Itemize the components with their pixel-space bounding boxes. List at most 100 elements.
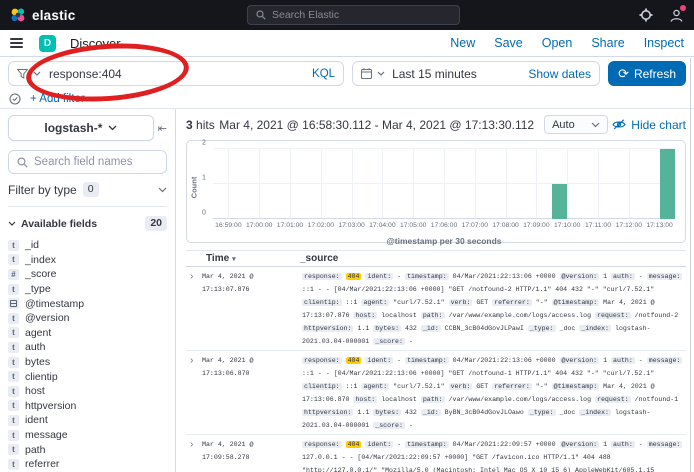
field-name-chip: @version: bbox=[560, 273, 600, 280]
global-header: elastic Search Elastic bbox=[0, 0, 694, 30]
field-label: _score bbox=[25, 268, 57, 280]
nav-action-open[interactable]: Open bbox=[542, 36, 573, 50]
table-row[interactable]: ›Mar 4, 2021 @ 17:13:06.870response: 404… bbox=[186, 351, 686, 435]
y-tick-label: 2 bbox=[202, 140, 206, 147]
show-dates-button[interactable]: Show dates bbox=[528, 67, 591, 81]
nav-action-share[interactable]: Share bbox=[591, 36, 624, 50]
global-search-input[interactable]: Search Elastic bbox=[247, 5, 460, 25]
field-label: _id bbox=[25, 239, 39, 251]
kql-language-toggle[interactable]: KQL bbox=[312, 68, 335, 80]
grid-line bbox=[629, 149, 630, 219]
x-tick-label: 17:09:00 bbox=[523, 222, 549, 229]
field-name-chip: _id: bbox=[421, 409, 441, 416]
expand-row-icon[interactable]: › bbox=[186, 354, 202, 367]
refresh-button[interactable]: ⟳ Refresh bbox=[608, 61, 686, 86]
filter-by-type[interactable]: Filter by type 0 bbox=[8, 182, 167, 207]
field-item-bytes[interactable]: tbytes bbox=[8, 355, 167, 370]
user-avatar[interactable] bbox=[669, 8, 684, 23]
field-name-chip: verb: bbox=[449, 299, 473, 306]
string-field-icon: t bbox=[8, 240, 19, 251]
field-item-httpversion[interactable]: thttpversion bbox=[8, 399, 167, 414]
gear-icon[interactable] bbox=[639, 8, 653, 22]
field-item-message[interactable]: tmessage bbox=[8, 428, 167, 443]
row-source: response: 404 ident: - timestamp: 04/Mar… bbox=[302, 354, 686, 432]
field-name-chip: _score: bbox=[373, 422, 405, 429]
query-input[interactable]: response:404 KQL bbox=[8, 61, 344, 86]
field-name-chip: _type: bbox=[528, 325, 556, 332]
chevron-down-icon bbox=[33, 71, 41, 76]
table-row[interactable]: ›Mar 4, 2021 @ 17:13:07.876response: 404… bbox=[186, 267, 686, 351]
field-name-chip: bytes: bbox=[373, 325, 401, 332]
field-item-host[interactable]: thost bbox=[8, 384, 167, 399]
field-item-version[interactable]: t@version bbox=[8, 311, 167, 326]
field-label: host bbox=[25, 385, 45, 397]
field-item-id[interactable]: t _id bbox=[8, 238, 167, 253]
hide-chart-button[interactable]: Hide chart bbox=[612, 118, 686, 132]
available-fields-header[interactable]: Available fields 20 bbox=[8, 216, 167, 231]
field-item-agent[interactable]: tagent bbox=[8, 326, 167, 341]
grid-line bbox=[213, 183, 675, 184]
expand-row-icon[interactable]: › bbox=[186, 270, 202, 283]
field-name-chip: _type: bbox=[528, 409, 556, 416]
y-axis-label: Count bbox=[189, 177, 198, 199]
field-item-path[interactable]: tpath bbox=[8, 442, 167, 457]
date-picker[interactable]: Last 15 minutes Show dates bbox=[352, 61, 600, 86]
field-name-chip: clientip: bbox=[302, 299, 342, 306]
chevron-down-icon bbox=[377, 71, 385, 76]
field-name-chip: response: bbox=[302, 357, 342, 364]
field-item-score[interactable]: #_score bbox=[8, 267, 167, 282]
field-item-referrer[interactable]: treferrer bbox=[8, 457, 167, 472]
field-name-chip: referrer: bbox=[492, 383, 532, 390]
field-label: ident bbox=[25, 414, 48, 426]
field-name-chip: @version: bbox=[560, 441, 600, 448]
saved-query-icon[interactable] bbox=[17, 69, 28, 79]
string-field-icon: t bbox=[8, 400, 19, 411]
search-icon bbox=[17, 157, 28, 168]
collapse-sidebar-icon[interactable]: ⇤ bbox=[158, 122, 167, 135]
histogram-bar[interactable] bbox=[552, 184, 567, 219]
nav-action-new[interactable]: New bbox=[450, 36, 475, 50]
field-search-input[interactable]: Search field names bbox=[8, 150, 167, 174]
table-row[interactable]: ›Mar 4, 2021 @ 17:09:58.278response: 404… bbox=[186, 435, 686, 472]
field-search-placeholder: Search field names bbox=[34, 156, 132, 168]
field-item-ident[interactable]: tident bbox=[8, 413, 167, 428]
index-pattern-select[interactable]: logstash-* bbox=[8, 115, 154, 141]
field-item-auth[interactable]: tauth bbox=[8, 340, 167, 355]
expand-row-icon[interactable]: › bbox=[186, 438, 202, 451]
elastic-logo[interactable]: elastic bbox=[10, 7, 75, 23]
histogram-bar[interactable] bbox=[660, 149, 675, 219]
field-name-chip: path: bbox=[421, 312, 445, 319]
nav-action-inspect[interactable]: Inspect bbox=[644, 36, 684, 50]
grid-line bbox=[382, 149, 383, 219]
discover-app-badge[interactable]: D bbox=[39, 35, 56, 52]
field-name-chip: verb: bbox=[449, 383, 473, 390]
field-item-clientip[interactable]: tclientip bbox=[8, 369, 167, 384]
filter-options-icon[interactable] bbox=[9, 93, 21, 105]
field-name-chip: ident: bbox=[365, 357, 393, 364]
add-filter-button[interactable]: + Add filter bbox=[30, 93, 85, 105]
menu-icon[interactable] bbox=[10, 38, 23, 48]
field-item-type[interactable]: t_type bbox=[8, 282, 167, 297]
field-item-timestamp[interactable]: @timestamp bbox=[8, 296, 167, 311]
field-item-index[interactable]: t_index bbox=[8, 253, 167, 268]
content-area: logstash-* ⇤ Search field names Filter b… bbox=[0, 108, 694, 472]
time-column-header[interactable]: Time ▾ bbox=[186, 253, 300, 264]
scrollbar[interactable] bbox=[690, 58, 691, 472]
fields-sidebar: logstash-* ⇤ Search field names Filter b… bbox=[0, 109, 176, 472]
row-source: response: 404 ident: - timestamp: 04/Mar… bbox=[302, 438, 686, 472]
sort-descending-icon: ▾ bbox=[232, 255, 236, 263]
x-tick-label: 17:01:00 bbox=[277, 222, 303, 229]
field-label: @version bbox=[25, 312, 70, 324]
string-field-icon: t bbox=[8, 327, 19, 338]
grid-line bbox=[475, 149, 476, 219]
nav-action-save[interactable]: Save bbox=[494, 36, 523, 50]
histogram-plot-area[interactable]: 012 bbox=[213, 149, 675, 219]
elastic-logo-icon bbox=[10, 7, 26, 23]
time-range-value: Last 15 minutes bbox=[392, 67, 477, 81]
field-name-chip: host: bbox=[353, 312, 377, 319]
interval-select[interactable]: Auto bbox=[544, 115, 608, 134]
field-name-chip: response: bbox=[302, 441, 342, 448]
field-name-chip: agent: bbox=[361, 383, 389, 390]
field-name-chip: timestamp: bbox=[405, 441, 449, 448]
string-field-icon: t bbox=[8, 415, 19, 426]
